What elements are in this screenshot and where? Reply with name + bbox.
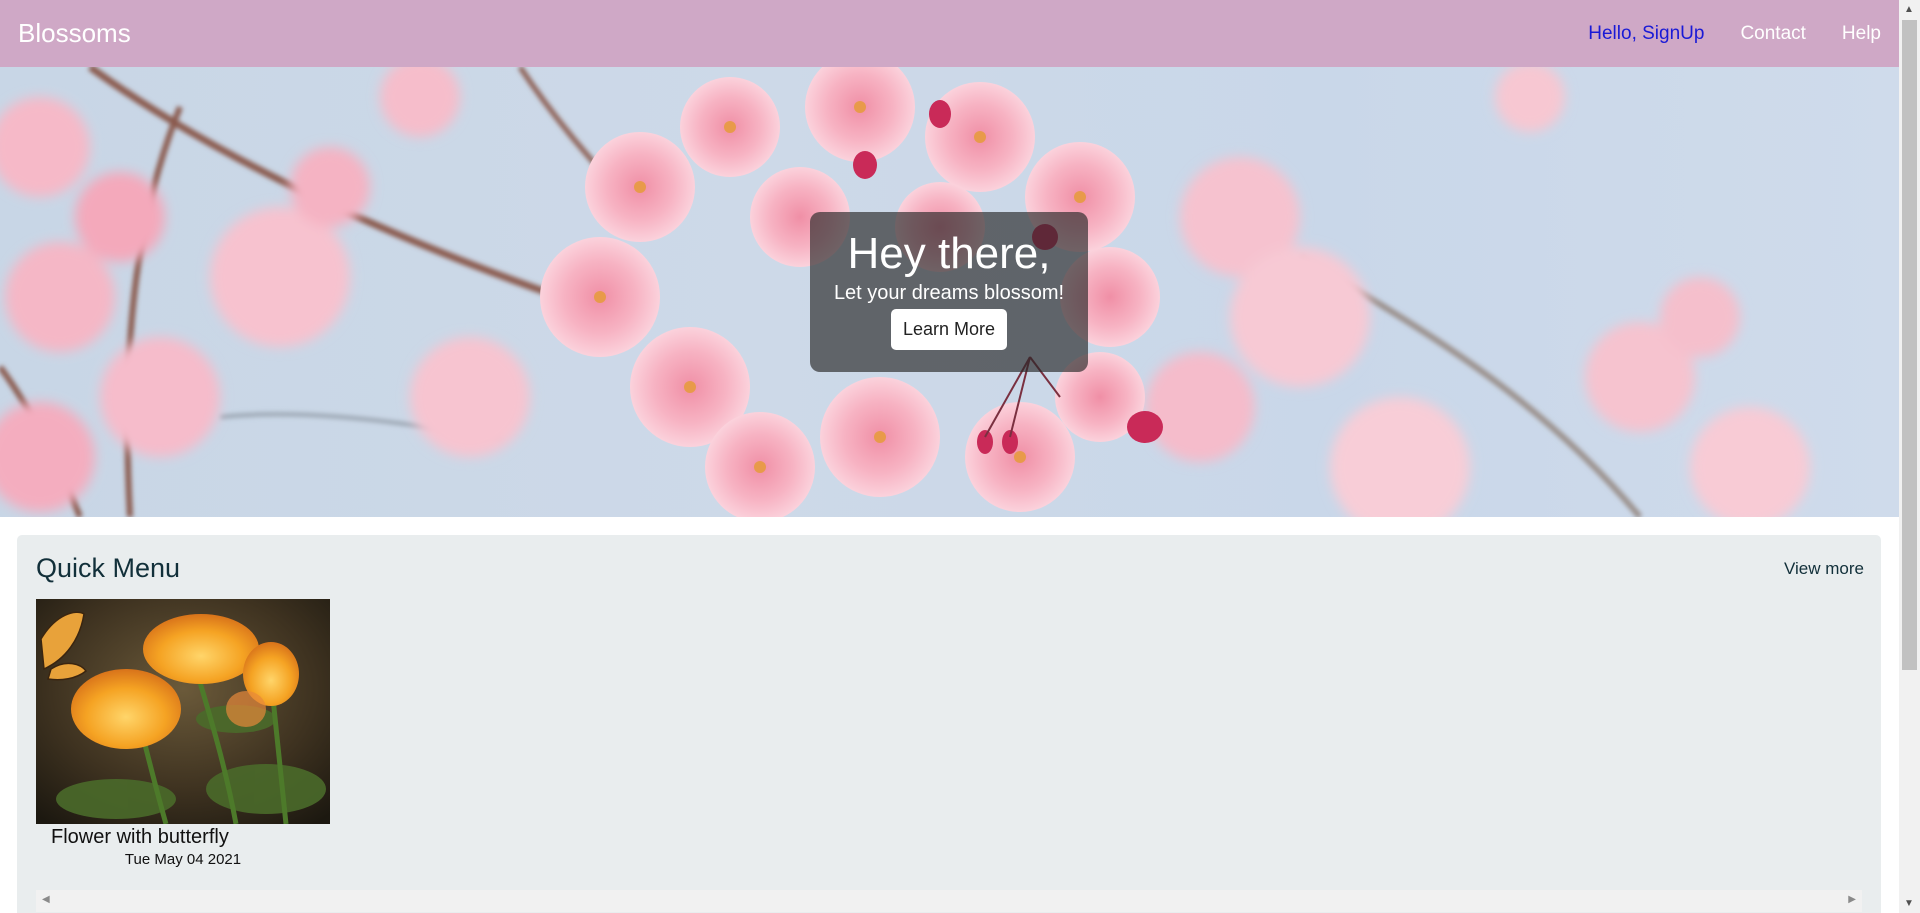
vertical-scrollbar[interactable]: ▲ ▼ bbox=[1899, 0, 1920, 913]
quick-menu-panel: Quick Menu View more Flower with butterf… bbox=[17, 535, 1881, 913]
top-navbar: Blossoms Hello, SignUp Contact Help bbox=[0, 0, 1899, 67]
card-title: Flower with butterfly bbox=[51, 826, 229, 848]
horizontal-scrollbar[interactable]: ◀ ▶ bbox=[36, 890, 1862, 912]
nav-links: Hello, SignUp Contact Help bbox=[1588, 23, 1881, 45]
hero-subtitle: Let your dreams blossom! bbox=[833, 282, 1065, 304]
flower-butterfly-image[interactable] bbox=[36, 599, 330, 824]
quick-menu-card[interactable]: Flower with butterfly Tue May 04 2021 bbox=[36, 599, 330, 868]
hero-welcome-card: Hey there, Let your dreams blossom! Lear… bbox=[810, 212, 1088, 372]
hero-banner: Hey there, Let your dreams blossom! Lear… bbox=[0, 67, 1899, 517]
scroll-right-arrow-icon[interactable]: ▶ bbox=[1848, 894, 1856, 905]
scroll-down-arrow-icon[interactable]: ▼ bbox=[1904, 898, 1914, 909]
scrollbar-thumb[interactable] bbox=[1902, 20, 1917, 670]
learn-more-button[interactable]: Learn More bbox=[890, 309, 1008, 350]
hero-title: Hey there, bbox=[847, 229, 1051, 278]
quick-menu-title: Quick Menu bbox=[36, 553, 181, 583]
scroll-up-arrow-icon[interactable]: ▲ bbox=[1904, 4, 1914, 15]
scroll-left-arrow-icon[interactable]: ◀ bbox=[42, 894, 50, 905]
nav-link-signup[interactable]: Hello, SignUp bbox=[1588, 23, 1704, 45]
card-date: Tue May 04 2021 bbox=[124, 851, 242, 868]
nav-link-contact[interactable]: Contact bbox=[1740, 23, 1805, 45]
brand-logo-text[interactable]: Blossoms bbox=[18, 18, 131, 49]
nav-link-help[interactable]: Help bbox=[1842, 23, 1881, 45]
view-more-link[interactable]: View more bbox=[1784, 559, 1864, 579]
